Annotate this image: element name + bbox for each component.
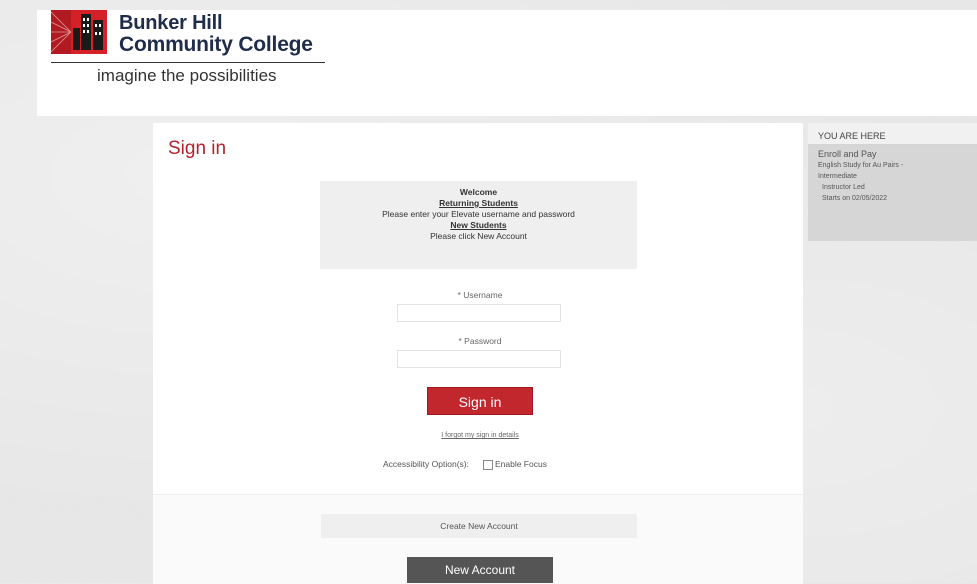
breadcrumb-sidebar: YOU ARE HERE Enroll and Pay English Stud… [808, 123, 977, 241]
username-label: * Username [457, 290, 503, 300]
breadcrumb-format: Instructor Led [822, 184, 865, 191]
sign-in-button[interactable]: Sign in [427, 387, 533, 415]
you-are-here-title: YOU ARE HERE [808, 123, 977, 145]
welcome-box: Welcome Returning Students Please enter … [320, 181, 637, 269]
accessibility-label: Accessibility Option(s): [383, 459, 469, 469]
breadcrumb-step: Enroll and Pay [818, 149, 877, 159]
new-students-text: Please click New Account [430, 231, 527, 241]
signin-panel: Sign in Welcome Returning Students Pleas… [153, 123, 803, 584]
password-input[interactable] [397, 350, 561, 368]
enable-focus-label[interactable]: Enable Focus [495, 459, 547, 469]
returning-students-text: Please enter your Elevate username and p… [382, 209, 575, 219]
forgot-details-link[interactable]: I forgot my sign in details [403, 432, 557, 439]
username-input[interactable] [397, 304, 561, 322]
breadcrumb-level: Intermediate [818, 173, 857, 180]
college-logo-icon [51, 10, 107, 54]
you-are-here-box: Enroll and Pay English Study for Au Pair… [808, 145, 977, 241]
site-header: Bunker Hill Community College imagine th… [37, 10, 977, 116]
logo-tagline: imagine the possibilities [97, 66, 277, 85]
breadcrumb-start-date: Starts on 02/05/2022 [822, 195, 887, 202]
enable-focus-checkbox[interactable] [482, 459, 493, 470]
logo-name-line1: Bunker Hill [119, 12, 223, 34]
password-label: * Password [458, 336, 502, 346]
page-title: Sign in [168, 138, 227, 159]
new-students-heading: New Students [450, 220, 507, 230]
returning-students-heading: Returning Students [439, 198, 518, 208]
logo-name-line2: Community College [119, 33, 313, 56]
welcome-heading: Welcome [459, 187, 498, 197]
logo-divider [51, 62, 325, 63]
breadcrumb-course: English Study for Au Pairs - [818, 162, 904, 169]
accessibility-row: Accessibility Option(s): Enable Focus [383, 459, 547, 470]
new-account-button[interactable]: New Account [407, 557, 553, 583]
create-account-heading: Create New Account [321, 514, 637, 538]
